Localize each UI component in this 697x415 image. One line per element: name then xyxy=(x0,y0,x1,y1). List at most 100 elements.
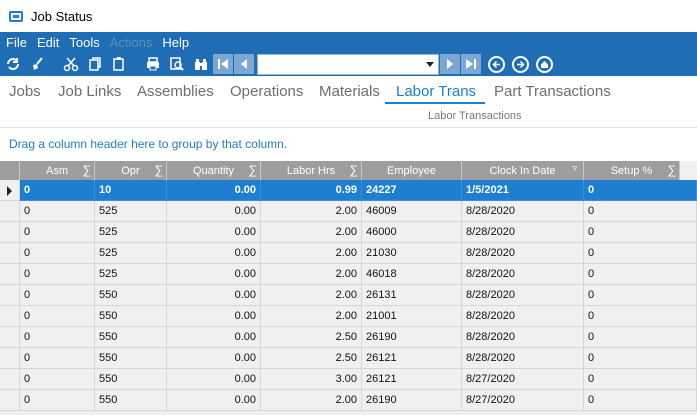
table-cell[interactable]: 525 xyxy=(95,264,167,285)
table-cell[interactable]: 8/28/2020 xyxy=(462,306,584,327)
table-cell[interactable]: 2.00 xyxy=(261,285,362,306)
table-row[interactable]: 0 550 0.00 2.50 26190 8/28/2020 0 xyxy=(0,327,697,348)
table-cell[interactable]: 2.00 xyxy=(261,222,362,243)
table-cell[interactable]: 8/28/2020 xyxy=(462,201,584,222)
table-cell[interactable]: 0 xyxy=(20,285,95,306)
table-cell[interactable]: 2.00 xyxy=(261,390,362,411)
table-cell[interactable]: 0 xyxy=(20,306,95,327)
table-cell[interactable]: 0 xyxy=(584,201,697,222)
paste-icon[interactable] xyxy=(108,53,130,75)
table-cell[interactable]: 24227 xyxy=(362,180,462,201)
table-cell[interactable]: 0 xyxy=(20,180,95,201)
table-cell[interactable]: 0.00 xyxy=(167,222,261,243)
table-cell[interactable]: 8/27/2020 xyxy=(462,369,584,390)
column-header-clock-in-date[interactable]: Clock In Date ▿ xyxy=(462,161,584,180)
table-cell[interactable]: 21030 xyxy=(362,243,462,264)
table-cell[interactable]: 26131 xyxy=(362,285,462,306)
column-header-asm[interactable]: Asm ∑ xyxy=(20,161,95,180)
table-cell[interactable]: 0 xyxy=(20,222,95,243)
table-cell[interactable]: 0.00 xyxy=(167,327,261,348)
table-cell[interactable]: 0.00 xyxy=(167,201,261,222)
table-row[interactable]: 0 525 0.00 2.00 46000 8/28/2020 0 xyxy=(0,222,697,243)
table-row[interactable]: 0 550 0.00 2.00 26131 8/28/2020 0 xyxy=(0,285,697,306)
cut-icon[interactable] xyxy=(60,53,82,75)
table-cell[interactable]: 0 xyxy=(584,243,697,264)
table-cell[interactable]: 0 xyxy=(584,390,697,411)
sum-icon[interactable]: ∑ xyxy=(349,163,358,177)
sum-icon[interactable]: ∑ xyxy=(82,163,91,177)
table-cell[interactable]: 2.00 xyxy=(261,201,362,222)
table-cell[interactable]: 8/28/2020 xyxy=(462,222,584,243)
table-cell[interactable]: 46009 xyxy=(362,201,462,222)
tab-part-transactions[interactable]: Part Transactions xyxy=(494,83,611,100)
sum-icon[interactable]: ∑ xyxy=(667,163,676,177)
table-row[interactable]: 0 550 0.00 2.00 26190 8/27/2020 0 xyxy=(0,390,697,411)
tab-labor-trans[interactable]: Labor Trans xyxy=(396,83,476,100)
table-cell[interactable]: 0.00 xyxy=(167,180,261,201)
table-cell[interactable]: 0.00 xyxy=(167,285,261,306)
menu-help[interactable]: Help xyxy=(162,35,189,50)
table-cell[interactable]: 0 xyxy=(584,306,697,327)
copy-icon[interactable] xyxy=(84,53,106,75)
table-cell[interactable]: 8/28/2020 xyxy=(462,348,584,369)
table-cell[interactable]: 550 xyxy=(95,306,167,327)
table-cell[interactable]: 0.00 xyxy=(167,369,261,390)
last-record-icon[interactable] xyxy=(461,54,481,74)
table-cell[interactable]: 550 xyxy=(95,348,167,369)
table-cell[interactable]: 0.00 xyxy=(167,348,261,369)
menu-file[interactable]: File xyxy=(6,35,27,50)
table-cell[interactable]: 550 xyxy=(95,369,167,390)
table-cell[interactable]: 0 xyxy=(20,369,95,390)
table-cell[interactable]: 2.50 xyxy=(261,348,362,369)
first-record-icon[interactable] xyxy=(213,54,233,74)
column-header-employee[interactable]: Employee xyxy=(362,161,462,180)
table-cell[interactable]: 2.00 xyxy=(261,243,362,264)
table-cell[interactable]: 0 xyxy=(584,264,697,285)
sum-icon[interactable]: ∑ xyxy=(248,163,257,177)
table-cell[interactable]: 0 xyxy=(20,264,95,285)
table-cell[interactable]: 8/28/2020 xyxy=(462,243,584,264)
table-cell[interactable]: 0.00 xyxy=(167,243,261,264)
refresh-icon[interactable] xyxy=(2,53,24,75)
table-row[interactable]: 0 525 0.00 2.00 21030 8/28/2020 0 xyxy=(0,243,697,264)
table-cell[interactable]: 0 xyxy=(20,327,95,348)
column-header-labor-hrs[interactable]: Labor Hrs ∑ xyxy=(261,161,362,180)
back-arrow-icon[interactable] xyxy=(488,55,505,73)
table-cell[interactable]: 550 xyxy=(95,390,167,411)
previous-record-icon[interactable] xyxy=(234,54,254,74)
menu-tools[interactable]: Tools xyxy=(69,35,99,50)
home-icon[interactable] xyxy=(536,55,553,73)
table-cell[interactable]: 0 xyxy=(584,327,697,348)
column-header-quantity[interactable]: Quantity ∑ xyxy=(167,161,261,180)
table-row[interactable]: 0 550 0.00 2.50 26121 8/28/2020 0 xyxy=(0,348,697,369)
table-cell[interactable]: 0 xyxy=(20,390,95,411)
table-cell[interactable]: 0.99 xyxy=(261,180,362,201)
filter-icon[interactable]: ▿ xyxy=(572,163,577,174)
table-cell[interactable]: 8/28/2020 xyxy=(462,327,584,348)
table-cell[interactable]: 26121 xyxy=(362,348,462,369)
table-cell[interactable]: 2.50 xyxy=(261,327,362,348)
tab-materials[interactable]: Materials xyxy=(319,83,380,100)
table-cell[interactable]: 550 xyxy=(95,285,167,306)
table-row[interactable]: 0 525 0.00 2.00 46018 8/28/2020 0 xyxy=(0,264,697,285)
table-cell[interactable]: 525 xyxy=(95,243,167,264)
clear-broom-icon[interactable] xyxy=(26,53,48,75)
tab-assemblies[interactable]: Assemblies xyxy=(137,83,214,100)
tab-jobs[interactable]: Jobs xyxy=(9,83,41,100)
table-cell[interactable]: 8/28/2020 xyxy=(462,264,584,285)
table-cell[interactable]: 8/28/2020 xyxy=(462,285,584,306)
record-selector-combo[interactable] xyxy=(257,53,439,75)
forward-arrow-icon[interactable] xyxy=(512,55,529,73)
table-cell[interactable]: 0.00 xyxy=(167,390,261,411)
column-header-opr[interactable]: Opr ∑ xyxy=(95,161,167,180)
table-cell[interactable]: 525 xyxy=(95,222,167,243)
table-cell[interactable]: 525 xyxy=(95,201,167,222)
table-cell[interactable]: 0 xyxy=(584,222,697,243)
table-cell[interactable]: 0 xyxy=(584,369,697,390)
tab-operations[interactable]: Operations xyxy=(230,83,303,100)
table-cell[interactable]: 26190 xyxy=(362,327,462,348)
tab-job-links[interactable]: Job Links xyxy=(58,83,121,100)
table-cell[interactable]: 1/5/2021 xyxy=(462,180,584,201)
table-row[interactable]: 0 550 0.00 2.00 21001 8/28/2020 0 xyxy=(0,306,697,327)
table-cell[interactable]: 10 xyxy=(95,180,167,201)
